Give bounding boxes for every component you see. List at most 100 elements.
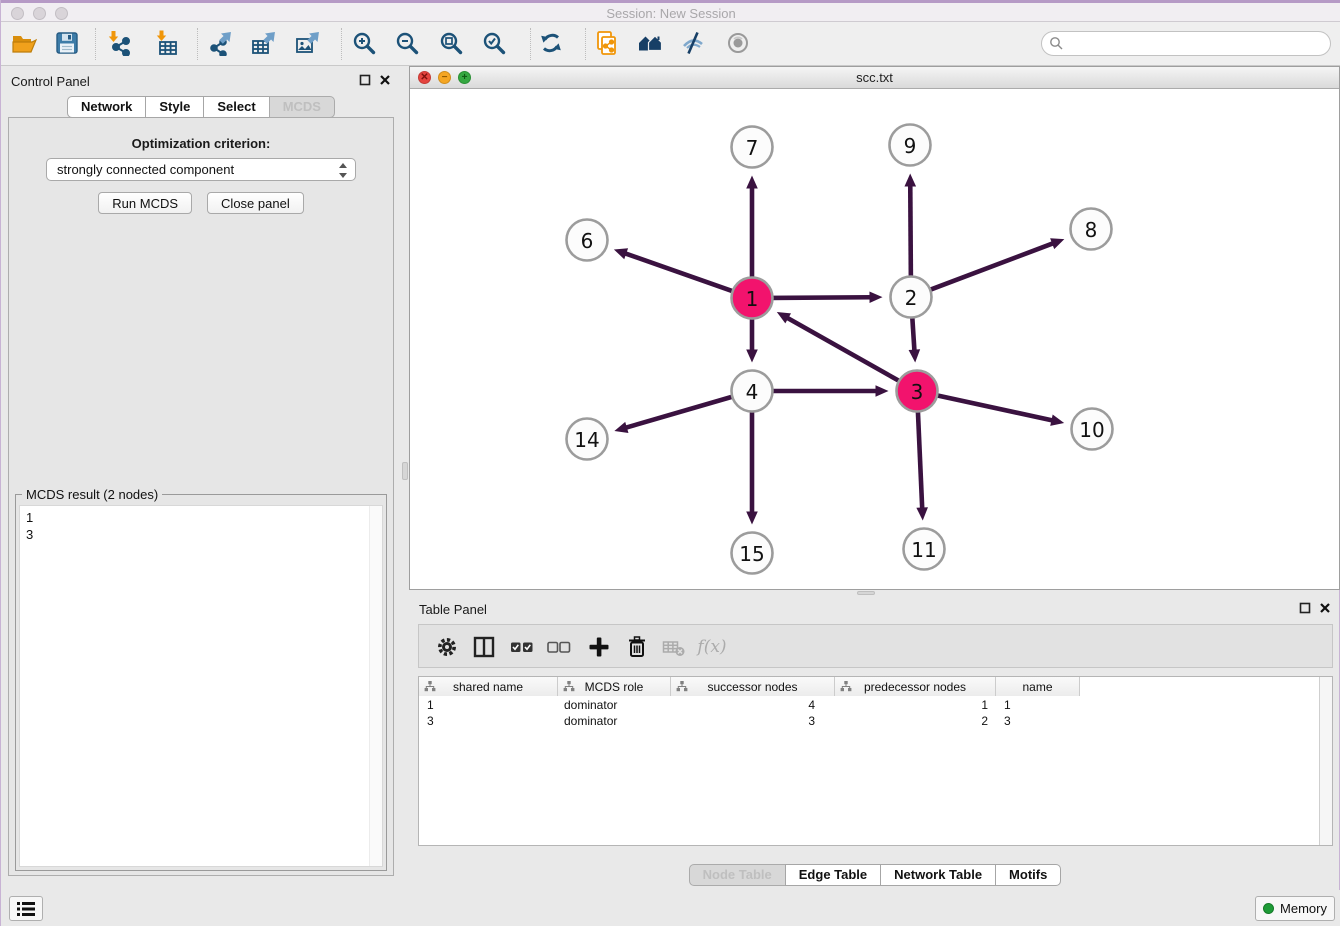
splitter-grip-icon[interactable] bbox=[402, 462, 408, 480]
refresh-button[interactable] bbox=[536, 24, 566, 62]
export-network-button[interactable] bbox=[205, 24, 235, 62]
table-scrollbar[interactable] bbox=[1319, 677, 1332, 845]
folder-icon bbox=[11, 30, 37, 56]
graph-edge-3-1[interactable] bbox=[786, 317, 901, 382]
columns-icon bbox=[471, 634, 497, 660]
graph-edge-4-14[interactable] bbox=[625, 396, 735, 428]
column-header-successor-nodes[interactable]: successor nodes bbox=[671, 677, 835, 696]
graph-edge-2-3[interactable] bbox=[912, 314, 914, 351]
tab-network-table[interactable]: Network Table bbox=[880, 864, 996, 886]
graph-node-label-14: 14 bbox=[574, 428, 599, 452]
deselect-all-icon bbox=[546, 634, 572, 660]
zoom-in-button[interactable] bbox=[349, 24, 379, 62]
toolbar-separator bbox=[95, 28, 96, 60]
function-builder-button[interactable]: f(x) bbox=[697, 633, 727, 661]
table-cell[interactable]: 3 bbox=[419, 713, 558, 729]
export-table-button[interactable] bbox=[248, 24, 278, 62]
search-box[interactable] bbox=[1041, 31, 1331, 56]
toggle-columns-button[interactable] bbox=[469, 633, 499, 661]
duplicate-network-button[interactable] bbox=[592, 24, 622, 62]
result-scrollbar[interactable] bbox=[369, 506, 382, 866]
list-icon bbox=[15, 900, 37, 918]
graph-edge-arrow-1-6 bbox=[614, 248, 628, 259]
optimization-criterion-label: Optimization criterion: bbox=[1, 136, 401, 151]
network-window-titlebar[interactable]: ✕ − + scc.txt bbox=[410, 67, 1339, 89]
hide-details-button[interactable] bbox=[678, 24, 708, 62]
column-header-name[interactable]: name bbox=[996, 677, 1080, 696]
export-image-button[interactable] bbox=[292, 24, 322, 62]
mcds-result-line: 1 bbox=[26, 509, 376, 526]
open-session-button[interactable] bbox=[9, 24, 39, 62]
table-row[interactable]: 3dominator323 bbox=[419, 713, 1332, 729]
close-panel-icon[interactable] bbox=[379, 74, 391, 86]
toolbar-separator bbox=[530, 28, 531, 60]
memory-status-icon bbox=[1263, 903, 1274, 914]
table-cell[interactable]: 2 bbox=[835, 713, 996, 729]
window-titlebar: Session: New Session bbox=[1, 0, 1340, 22]
tab-style[interactable]: Style bbox=[145, 96, 204, 118]
add-column-button[interactable] bbox=[584, 633, 614, 661]
tab-node-table[interactable]: Node Table bbox=[689, 864, 786, 886]
splitter-grip-icon[interactable] bbox=[857, 591, 875, 595]
zoom-fit-button[interactable] bbox=[436, 24, 466, 62]
graph-node-label-10: 10 bbox=[1079, 418, 1104, 442]
table-cell[interactable]: dominator bbox=[558, 713, 671, 729]
control-panel-header: Control Panel bbox=[1, 68, 401, 94]
graph-edge-2-9[interactable] bbox=[910, 184, 911, 279]
tab-select[interactable]: Select bbox=[203, 96, 269, 118]
tab-mcds[interactable]: MCDS bbox=[269, 96, 335, 118]
table-cell[interactable]: 1 bbox=[419, 697, 558, 713]
graph-edge-1-2[interactable] bbox=[769, 297, 871, 298]
graph-edge-3-11[interactable] bbox=[918, 408, 922, 509]
table-row[interactable]: 1dominator411 bbox=[419, 697, 1332, 713]
zoom-out-button[interactable] bbox=[392, 24, 422, 62]
delete-table-button[interactable] bbox=[659, 633, 689, 661]
mcds-result-area[interactable]: 13 bbox=[19, 505, 383, 867]
column-header-MCDS-role[interactable]: MCDS role bbox=[558, 677, 671, 696]
zoom-selected-button[interactable] bbox=[479, 24, 509, 62]
task-history-button[interactable] bbox=[9, 896, 43, 921]
graph-edge-2-8[interactable] bbox=[927, 243, 1054, 291]
close-panel-button[interactable]: Close panel bbox=[207, 192, 304, 214]
show-details-button[interactable] bbox=[723, 24, 753, 62]
vertical-splitter[interactable] bbox=[401, 66, 409, 890]
memory-button[interactable]: Memory bbox=[1255, 896, 1335, 921]
houses-button[interactable] bbox=[635, 24, 665, 62]
window-title: Session: New Session bbox=[1, 6, 1340, 21]
graph-edge-3-10[interactable] bbox=[934, 395, 1053, 421]
table-cell[interactable]: dominator bbox=[558, 697, 671, 713]
table-cell[interactable]: 3 bbox=[671, 713, 835, 729]
graph-node-label-4: 4 bbox=[746, 380, 759, 404]
table-cell[interactable]: 1 bbox=[835, 697, 996, 713]
save-session-button[interactable] bbox=[52, 24, 82, 62]
table-cell[interactable]: 4 bbox=[671, 697, 835, 713]
optimization-criterion-select[interactable]: strongly connected component bbox=[46, 158, 356, 181]
deselect-all-rows-button[interactable] bbox=[544, 633, 574, 661]
network-graph[interactable]: 7968124314101511 bbox=[410, 89, 1339, 589]
tab-network[interactable]: Network bbox=[67, 96, 146, 118]
zoom-in-icon bbox=[351, 30, 377, 56]
table-cell[interactable]: 1 bbox=[996, 697, 1080, 713]
table-settings-button[interactable] bbox=[432, 633, 462, 661]
node-table-header: shared nameMCDS rolesuccessor nodesprede… bbox=[419, 677, 1080, 696]
tab-motifs[interactable]: Motifs bbox=[995, 864, 1061, 886]
tab-edge-table[interactable]: Edge Table bbox=[785, 864, 881, 886]
float-panel-icon[interactable] bbox=[1299, 602, 1311, 614]
column-header-shared-name[interactable]: shared name bbox=[419, 677, 558, 696]
table-panel-title: Table Panel bbox=[419, 602, 487, 617]
control-panel-tabs: NetworkStyleSelectMCDS bbox=[1, 96, 401, 118]
select-all-rows-button[interactable] bbox=[507, 633, 537, 661]
graph-node-label-11: 11 bbox=[911, 538, 936, 562]
float-panel-icon[interactable] bbox=[359, 74, 371, 86]
close-panel-icon[interactable] bbox=[1319, 602, 1331, 614]
column-header-predecessor-nodes[interactable]: predecessor nodes bbox=[835, 677, 996, 696]
run-mcds-button[interactable]: Run MCDS bbox=[98, 192, 192, 214]
network-canvas[interactable]: 7968124314101511 bbox=[410, 89, 1339, 589]
graph-edge-1-6[interactable] bbox=[624, 253, 735, 292]
delete-column-button[interactable] bbox=[622, 633, 652, 661]
search-input[interactable] bbox=[1068, 34, 1330, 54]
import-network-button[interactable] bbox=[104, 24, 134, 62]
mcds-result-title: MCDS result (2 nodes) bbox=[22, 487, 162, 502]
table-cell[interactable]: 3 bbox=[996, 713, 1080, 729]
import-table-button[interactable] bbox=[152, 24, 182, 62]
